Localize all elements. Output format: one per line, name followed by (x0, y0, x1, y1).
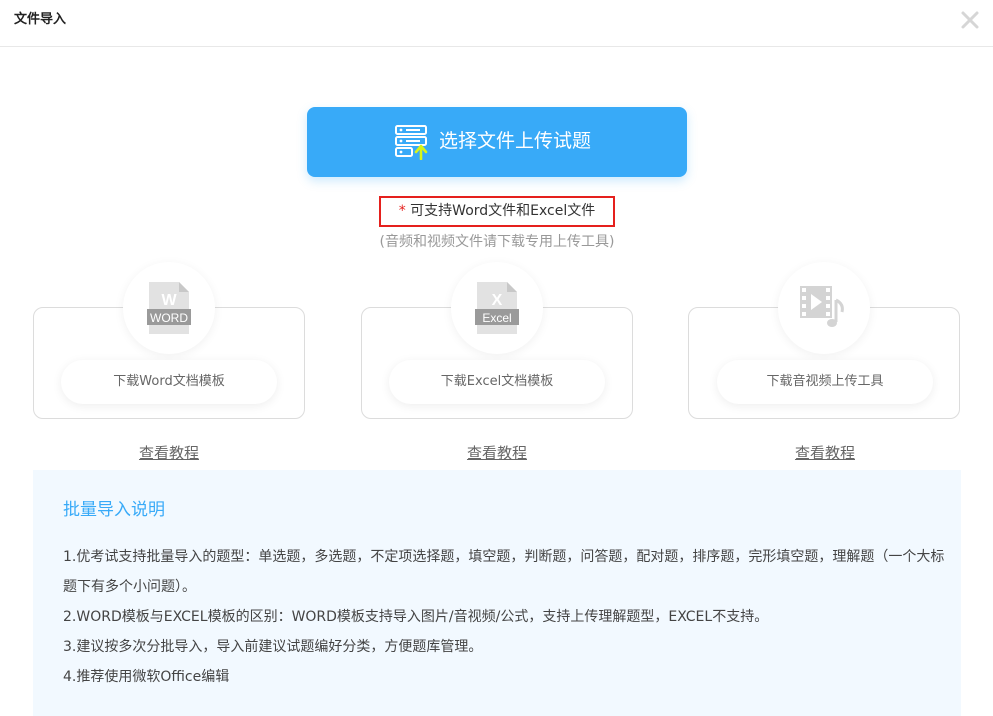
media-tutorial-link[interactable]: 查看教程 (775, 443, 875, 463)
upload-file-button[interactable]: 选择文件上传试题 (307, 107, 687, 177)
support-format-text: 可支持Word文件和Excel文件 (405, 203, 596, 219)
download-excel-template-button[interactable]: 下载Excel文档模板 (389, 360, 605, 404)
dialog-header: 文件导入 (0, 0, 993, 47)
video-file-icon (800, 286, 844, 327)
instruction-item: 3.建议按多次分批导入，导入前建议试题编好分类，方便题库管理。 (63, 639, 483, 655)
support-format-note: * 可支持Word文件和Excel文件 (379, 196, 615, 227)
upload-button-label: 选择文件上传试题 (439, 130, 592, 152)
svg-text:X: X (492, 292, 503, 309)
download-media-tool-button[interactable]: 下载音视频上传工具 (717, 360, 933, 404)
media-tool-note: (音频和视频文件请下载专用上传工具) (379, 234, 615, 250)
svg-text:Excel: Excel (482, 311, 511, 325)
instruction-item: 1.优考试支持批量导入的题型：单选题，多选题，不定项选择题，填空题，判断题，问答… (63, 549, 945, 595)
word-file-icon: W WORD (147, 282, 191, 334)
excel-tutorial-link[interactable]: 查看教程 (447, 443, 547, 463)
svg-text:WORD: WORD (150, 311, 188, 325)
file-import-dialog: 文件导入 选择文件上传试题 * 可支持Word文件和Excel文件 (音频和视频… (0, 0, 993, 716)
word-icon-circle: W WORD (123, 262, 215, 354)
close-button[interactable] (958, 8, 982, 32)
excel-file-icon: X Excel (475, 282, 519, 334)
excel-icon-circle: X Excel (451, 262, 543, 354)
media-icon-circle (778, 262, 870, 354)
import-instructions-panel: 批量导入说明 1.优考试支持批量导入的题型：单选题，多选题，不定项选择题，填空题… (33, 470, 961, 716)
svg-text:W: W (161, 292, 177, 309)
dialog-title: 文件导入 (14, 12, 67, 27)
instruction-item: 4.推荐使用微软Office编辑 (63, 669, 230, 685)
instructions-title: 批量导入说明 (63, 500, 165, 520)
required-star: * (398, 203, 406, 219)
upload-server-icon (394, 124, 432, 160)
close-icon (961, 11, 979, 29)
instructions-list: 1.优考试支持批量导入的题型：单选题，多选题，不定项选择题，填空题，判断题，问答… (63, 542, 953, 692)
download-word-template-button[interactable]: 下载Word文档模板 (61, 360, 277, 404)
word-tutorial-link[interactable]: 查看教程 (119, 443, 219, 463)
instruction-item: 2.WORD模板与EXCEL模板的区别：WORD模板支持导入图片/音视频/公式，… (63, 609, 769, 625)
